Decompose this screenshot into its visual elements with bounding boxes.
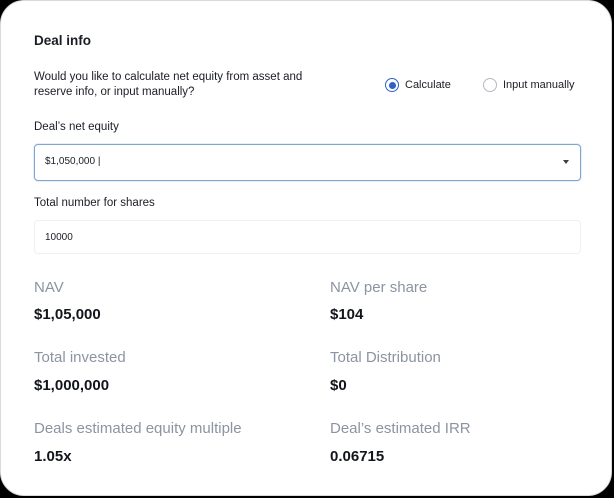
total-shares-input[interactable]: 10000	[34, 220, 581, 254]
nav-value: $1,05,000	[34, 306, 101, 323]
section-title: Deal info	[34, 33, 92, 48]
total-invested-value: $1,000,000	[34, 377, 110, 394]
equity-multiple-label: Deals estimated equity multiple	[34, 420, 242, 437]
total-distribution-label: Total Distribution	[330, 349, 441, 366]
net-equity-select[interactable]: $1,050,000 |	[34, 144, 581, 181]
nav-label: NAV	[34, 279, 64, 296]
chevron-down-icon[interactable]	[563, 160, 569, 164]
net-equity-label: Deal’s net equity	[34, 121, 119, 133]
radio-unchecked-icon	[483, 78, 497, 92]
deal-info-card: Deal info Would you like to calculate ne…	[0, 0, 612, 496]
radio-input-manually[interactable]: Input manually	[483, 78, 575, 92]
net-equity-value: $1,050,000 |	[45, 156, 101, 167]
radio-calculate[interactable]: Calculate	[385, 78, 451, 92]
irr-value: 0.06715	[330, 448, 385, 465]
irr-label: Deal’s estimated IRR	[330, 420, 471, 437]
total-shares-label: Total number for shares	[34, 197, 155, 209]
calculation-question: Would you like to calculate net equity f…	[34, 71, 303, 98]
equity-multiple-value: 1.05x	[34, 448, 72, 465]
radio-checked-icon	[385, 78, 399, 92]
total-distribution-value: $0	[330, 377, 347, 394]
total-shares-value: 10000	[45, 232, 73, 243]
radio-input-manually-label: Input manually	[503, 79, 575, 91]
nav-per-share-value: $104	[330, 306, 364, 323]
nav-per-share-label: NAV per share	[330, 279, 428, 296]
radio-calculate-label: Calculate	[405, 79, 451, 91]
total-invested-label: Total invested	[34, 349, 126, 366]
